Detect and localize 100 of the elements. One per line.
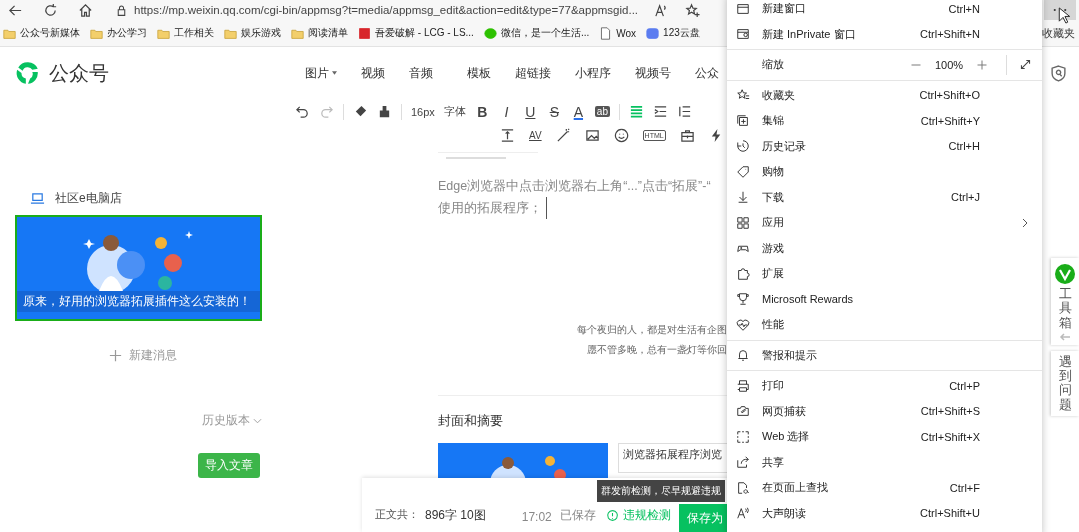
info-icon (605, 509, 619, 522)
format-button[interactable]: I (498, 103, 514, 120)
toolbox-icon[interactable] (679, 128, 695, 143)
menu-item[interactable]: 警报和提示 (727, 342, 1042, 368)
insert-menu-item[interactable]: 视频 (361, 64, 385, 82)
shield-icon[interactable] (1050, 64, 1067, 82)
account-name: 社区e电脑店 (55, 190, 122, 207)
bookmark-item[interactable]: 娱乐游戏 (224, 26, 281, 40)
private-window-icon (736, 27, 750, 42)
bookmark-item[interactable]: 123云盘 (646, 26, 700, 40)
magic-wand-icon[interactable] (555, 128, 571, 143)
fullscreen-icon[interactable] (1019, 58, 1032, 72)
bookmark-item[interactable]: 工作相关 (157, 26, 214, 40)
word-count-label: 正文共： (375, 507, 419, 522)
insert-menu-item[interactable]: 超链接 (515, 64, 551, 82)
home-icon[interactable] (78, 2, 93, 18)
favorites-bar-label[interactable]: 收藏夹 (1042, 25, 1075, 41)
format-button[interactable]: B (474, 103, 490, 120)
saved-time: 17:02 (521, 510, 552, 524)
undo-icon[interactable] (295, 104, 310, 119)
eraser-icon[interactable] (353, 104, 368, 119)
font-size-dropdown[interactable]: 16px (411, 105, 435, 118)
word-count: 896字 10图 (425, 507, 486, 524)
article-title: 原来，好用的浏览器拓展插件这么安装的！ (17, 291, 260, 312)
refresh-icon[interactable] (43, 2, 58, 18)
cover-heading: 封面和摘要 (438, 412, 504, 430)
bookmark-item[interactable]: 吾爱破解 - LCG - LS... (358, 26, 474, 40)
menu-item[interactable]: 扩展 (727, 261, 1042, 287)
menu-item[interactable]: 在页面上查找 Ctrl+F (727, 475, 1042, 501)
menu-item[interactable]: 网页捕获 Ctrl+Shift+S (727, 398, 1042, 424)
menu-item[interactable]: 收藏夹 Ctrl+Shift+O (727, 82, 1042, 108)
site-logo-icon (358, 26, 371, 40)
paragraph-line: 使用的拓展程序； (438, 197, 547, 219)
apps-icon (736, 215, 750, 230)
dashed-selection-icon (736, 429, 750, 444)
printer-icon (736, 378, 750, 393)
insert-menu-item[interactable]: 音频 (409, 64, 433, 82)
collections-icon (736, 113, 750, 128)
bookmark-item[interactable]: 微信，是一个生活... (483, 26, 590, 40)
font-family-dropdown[interactable]: 字体 (443, 104, 466, 119)
menu-item[interactable]: 打印 Ctrl+P (727, 373, 1042, 399)
tooltip: 群发前检测，尽早规避违规 (597, 480, 725, 502)
help-label: 遇到问题 (1058, 354, 1072, 413)
menu-item[interactable]: 新建 InPrivate 窗口 Ctrl+Shift+N (727, 21, 1042, 47)
bookmark-item[interactable]: 办公学习 (90, 26, 147, 40)
plus-icon (108, 348, 123, 363)
menu-item[interactable]: Microsoft Rewards (727, 286, 1042, 312)
cloud-app-icon (646, 26, 660, 40)
menu-item[interactable]: 共享 (727, 449, 1042, 475)
zoom-in-icon[interactable] (976, 58, 988, 71)
menu-item[interactable]: 历史记录 Ctrl+H (727, 133, 1042, 159)
bookmark-item[interactable]: 阅读清单 (291, 26, 348, 40)
bookmark-item[interactable]: Wox (599, 26, 637, 40)
web-capture-icon (736, 404, 750, 419)
insert-menu-item[interactable]: 小程序 (575, 64, 611, 82)
image-icon[interactable] (584, 128, 600, 143)
article-card[interactable]: 原来，好用的浏览器拓展插件这么安装的！ (15, 215, 262, 321)
find-icon (736, 480, 750, 495)
paragraph-spacing-icon[interactable] (500, 128, 515, 143)
highlight-button[interactable]: ab (594, 106, 610, 117)
menu-item[interactable]: 应用 (727, 210, 1042, 236)
history-icon (736, 139, 750, 154)
logo-icon (15, 60, 41, 86)
insert-menu-item[interactable]: 模板 (467, 64, 491, 82)
line-spacing-icon[interactable] (677, 104, 692, 119)
menu-item[interactable]: 购物 (727, 159, 1042, 185)
read-aloud-icon (736, 506, 750, 521)
caret-icon (332, 71, 337, 75)
menu-item[interactable]: 新建窗口 Ctrl+N (727, 0, 1042, 22)
menu-item[interactable]: Web 选择 Ctrl+Shift+X (727, 424, 1042, 450)
letter-spacing-button[interactable]: AV (529, 130, 542, 141)
menu-item[interactable]: 下载 Ctrl+J (727, 184, 1042, 210)
format-button[interactable]: U (522, 103, 538, 120)
share-icon (736, 455, 750, 470)
bookmark-item[interactable]: 公众号新媒体 (3, 26, 80, 40)
paragraph-line: Edge浏览器中点击浏览器右上角“...”点击“拓展”-“ (438, 178, 712, 195)
insert-menu-item[interactable]: 公众 (695, 64, 719, 82)
download-icon (736, 190, 750, 205)
add-favorite-icon[interactable] (685, 2, 701, 18)
format-painter-icon[interactable] (377, 104, 392, 119)
puzzle-icon (736, 266, 750, 281)
tag-icon (736, 164, 750, 179)
new-window-icon (736, 1, 750, 16)
menu-item[interactable]: 性能 (727, 312, 1042, 338)
address-bar[interactable]: https://mp.weixin.qq.com/cgi-bin/appmsg?t=media/appmsg_edit&action=edit&type=77&appmsgid... (115, 0, 703, 20)
menu-item[interactable]: 游戏 (727, 235, 1042, 261)
chat-bubble-icon (483, 26, 497, 40)
insert-menu-item[interactable]: 视频号 (635, 64, 671, 82)
toolbox-panel[interactable]: 工具箱 (1051, 258, 1079, 345)
toolbox-label: 工具箱 (1058, 287, 1072, 330)
help-panel[interactable]: 遇到问题 (1051, 350, 1079, 417)
page-icon (599, 26, 613, 40)
insert-menu-item[interactable]: 图片 (305, 64, 337, 82)
format-button[interactable]: S (546, 103, 562, 120)
emoji-icon[interactable] (613, 128, 629, 143)
heart-pulse-icon (736, 317, 750, 332)
indent-icon[interactable] (653, 104, 668, 119)
menu-item[interactable]: 集锦 Ctrl+Shift+Y (727, 108, 1042, 134)
format-button[interactable]: A (570, 103, 586, 120)
trophy-icon (736, 292, 750, 307)
